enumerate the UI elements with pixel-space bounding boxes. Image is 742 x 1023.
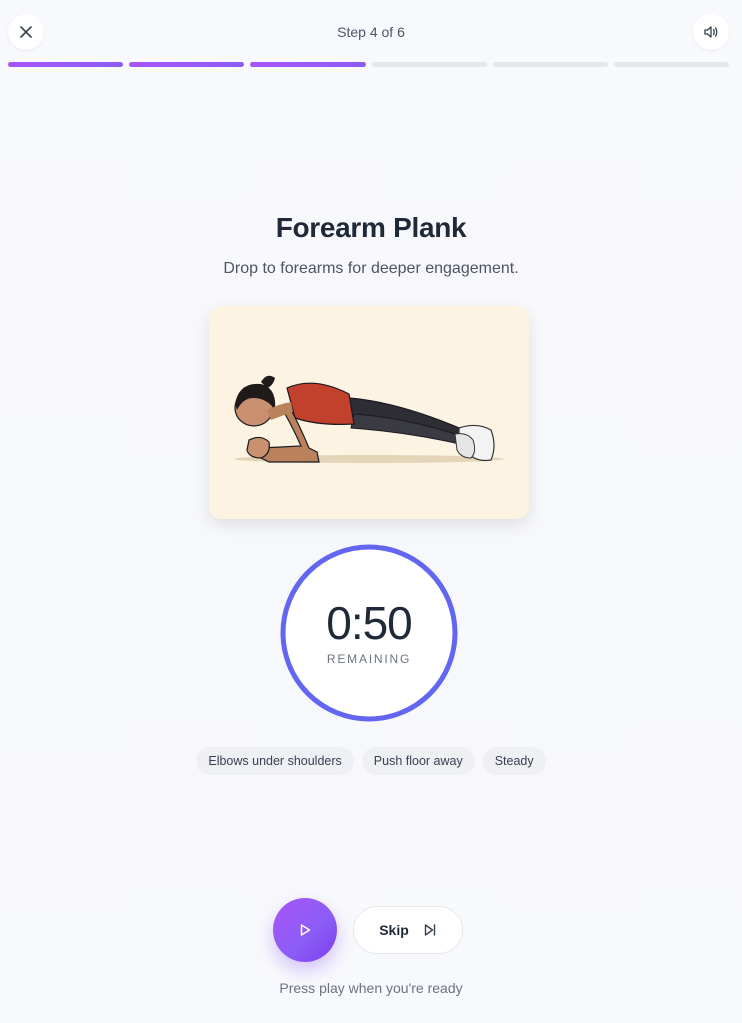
volume-icon: [704, 26, 718, 38]
tip-chip: Push floor away: [361, 747, 475, 775]
progress-segment: [8, 62, 124, 67]
exercise-illustration: [209, 306, 529, 519]
skip-button[interactable]: Skip: [353, 906, 463, 954]
exercise-description: Drop to forearms for deeper engagement.: [223, 260, 519, 277]
tip-chip: Steady: [482, 747, 546, 775]
progress-segment: [129, 62, 245, 67]
step-progress-bar: [8, 62, 730, 68]
form-tips: Elbows under shoulders Push floor away Ste…: [0, 747, 742, 775]
sound-toggle-button[interactable]: [693, 14, 729, 50]
progress-segment: [250, 62, 366, 67]
tip-chip: Elbows under shoulders: [196, 747, 354, 775]
skip-forward-icon: [424, 924, 435, 936]
timer-label: REMAINING: [326, 652, 412, 666]
skip-label: Skip: [379, 922, 409, 938]
progress-segment: [371, 62, 487, 67]
step-indicator: Step 4 of 6: [337, 24, 405, 40]
ready-hint: Press play when you're ready: [279, 980, 463, 996]
progress-segment: [613, 62, 730, 67]
play-icon: [300, 924, 311, 936]
exercise-title: Forearm Plank: [275, 212, 467, 243]
progress-segment: [492, 62, 608, 67]
play-button[interactable]: [273, 898, 337, 962]
timer-value: 0:50: [326, 597, 413, 649]
